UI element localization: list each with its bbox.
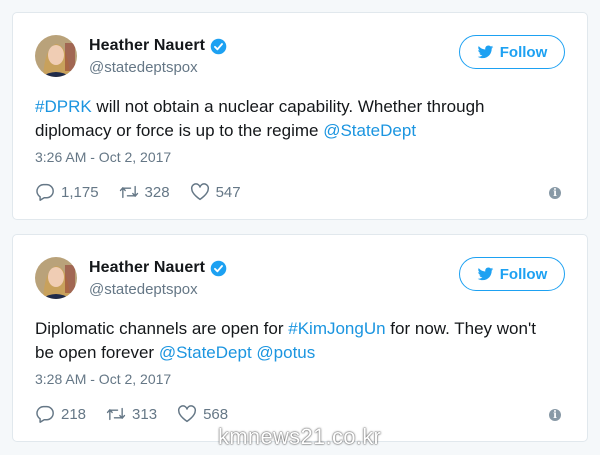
tweet-card: Heather Nauert @statedeptspox Follow #DP… xyxy=(12,12,588,220)
reply-action[interactable]: 218 xyxy=(35,405,86,423)
like-action[interactable]: 547 xyxy=(190,183,241,201)
follow-label: Follow xyxy=(499,43,548,61)
retweet-icon xyxy=(119,185,138,199)
tweet-timestamp[interactable]: 3:28 AM - Oct 2, 2017 xyxy=(35,371,171,387)
author-name[interactable]: Heather Nauert xyxy=(89,37,205,55)
author-name[interactable]: Heather Nauert xyxy=(89,259,205,277)
mention-link[interactable]: @potus xyxy=(256,343,315,362)
author-row: Heather Nauert xyxy=(89,37,227,55)
reply-icon xyxy=(36,405,54,423)
mention-link[interactable]: @StateDept xyxy=(323,121,416,140)
author-handle[interactable]: @statedeptspox xyxy=(89,59,198,76)
like-count: 568 xyxy=(203,405,229,423)
retweet-count: 328 xyxy=(144,183,170,201)
like-action[interactable]: 568 xyxy=(177,405,228,423)
info-icon[interactable]: i xyxy=(549,187,561,199)
reply-action[interactable]: 1,175 xyxy=(35,183,99,201)
author-row: Heather Nauert xyxy=(89,259,227,277)
twitter-bird-icon xyxy=(477,45,494,58)
watermark: kmnews21.co.kr xyxy=(218,424,382,449)
tweet-actions: 218 313 568 xyxy=(35,405,248,423)
author-handle[interactable]: @statedeptspox xyxy=(89,281,198,298)
verified-badge-icon xyxy=(210,38,227,54)
tweet-text: Diplomatic channels are open for #KimJon… xyxy=(35,317,555,365)
tweet-text-segment: will not obtain a nuclear capability. Wh… xyxy=(35,97,485,140)
retweet-count: 313 xyxy=(132,405,158,423)
tweet-card: Heather Nauert @statedeptspox Follow Dip… xyxy=(12,234,588,442)
tweet-actions: 1,175 328 547 xyxy=(35,183,261,201)
like-count: 547 xyxy=(215,183,241,201)
info-icon[interactable]: i xyxy=(549,409,561,421)
avatar-image xyxy=(35,257,77,299)
hashtag-link[interactable]: #KimJongUn xyxy=(288,319,385,338)
heart-icon xyxy=(190,183,209,201)
tweet-text-segment: Diplomatic channels are open for xyxy=(35,319,289,338)
retweet-action[interactable]: 313 xyxy=(106,405,157,423)
twitter-bird-icon xyxy=(477,267,494,280)
follow-label: Follow xyxy=(499,265,548,283)
reply-icon xyxy=(36,183,54,201)
retweet-action[interactable]: 328 xyxy=(119,183,170,201)
reply-count: 218 xyxy=(61,405,87,423)
follow-button[interactable]: Follow xyxy=(459,257,565,291)
tweet-timestamp[interactable]: 3:26 AM - Oct 2, 2017 xyxy=(35,149,171,165)
follow-button[interactable]: Follow xyxy=(459,35,565,69)
verified-badge-icon xyxy=(210,260,227,276)
mention-link[interactable]: @StateDept xyxy=(159,343,252,362)
hashtag-link[interactable]: #DPRK xyxy=(35,97,92,116)
avatar[interactable] xyxy=(35,257,77,299)
heart-icon xyxy=(178,405,197,423)
avatar[interactable] xyxy=(35,35,77,77)
retweet-icon xyxy=(106,407,126,421)
reply-count: 1,175 xyxy=(61,183,99,201)
tweet-text: #DPRK will not obtain a nuclear capabili… xyxy=(35,95,555,143)
avatar-image xyxy=(35,35,77,77)
